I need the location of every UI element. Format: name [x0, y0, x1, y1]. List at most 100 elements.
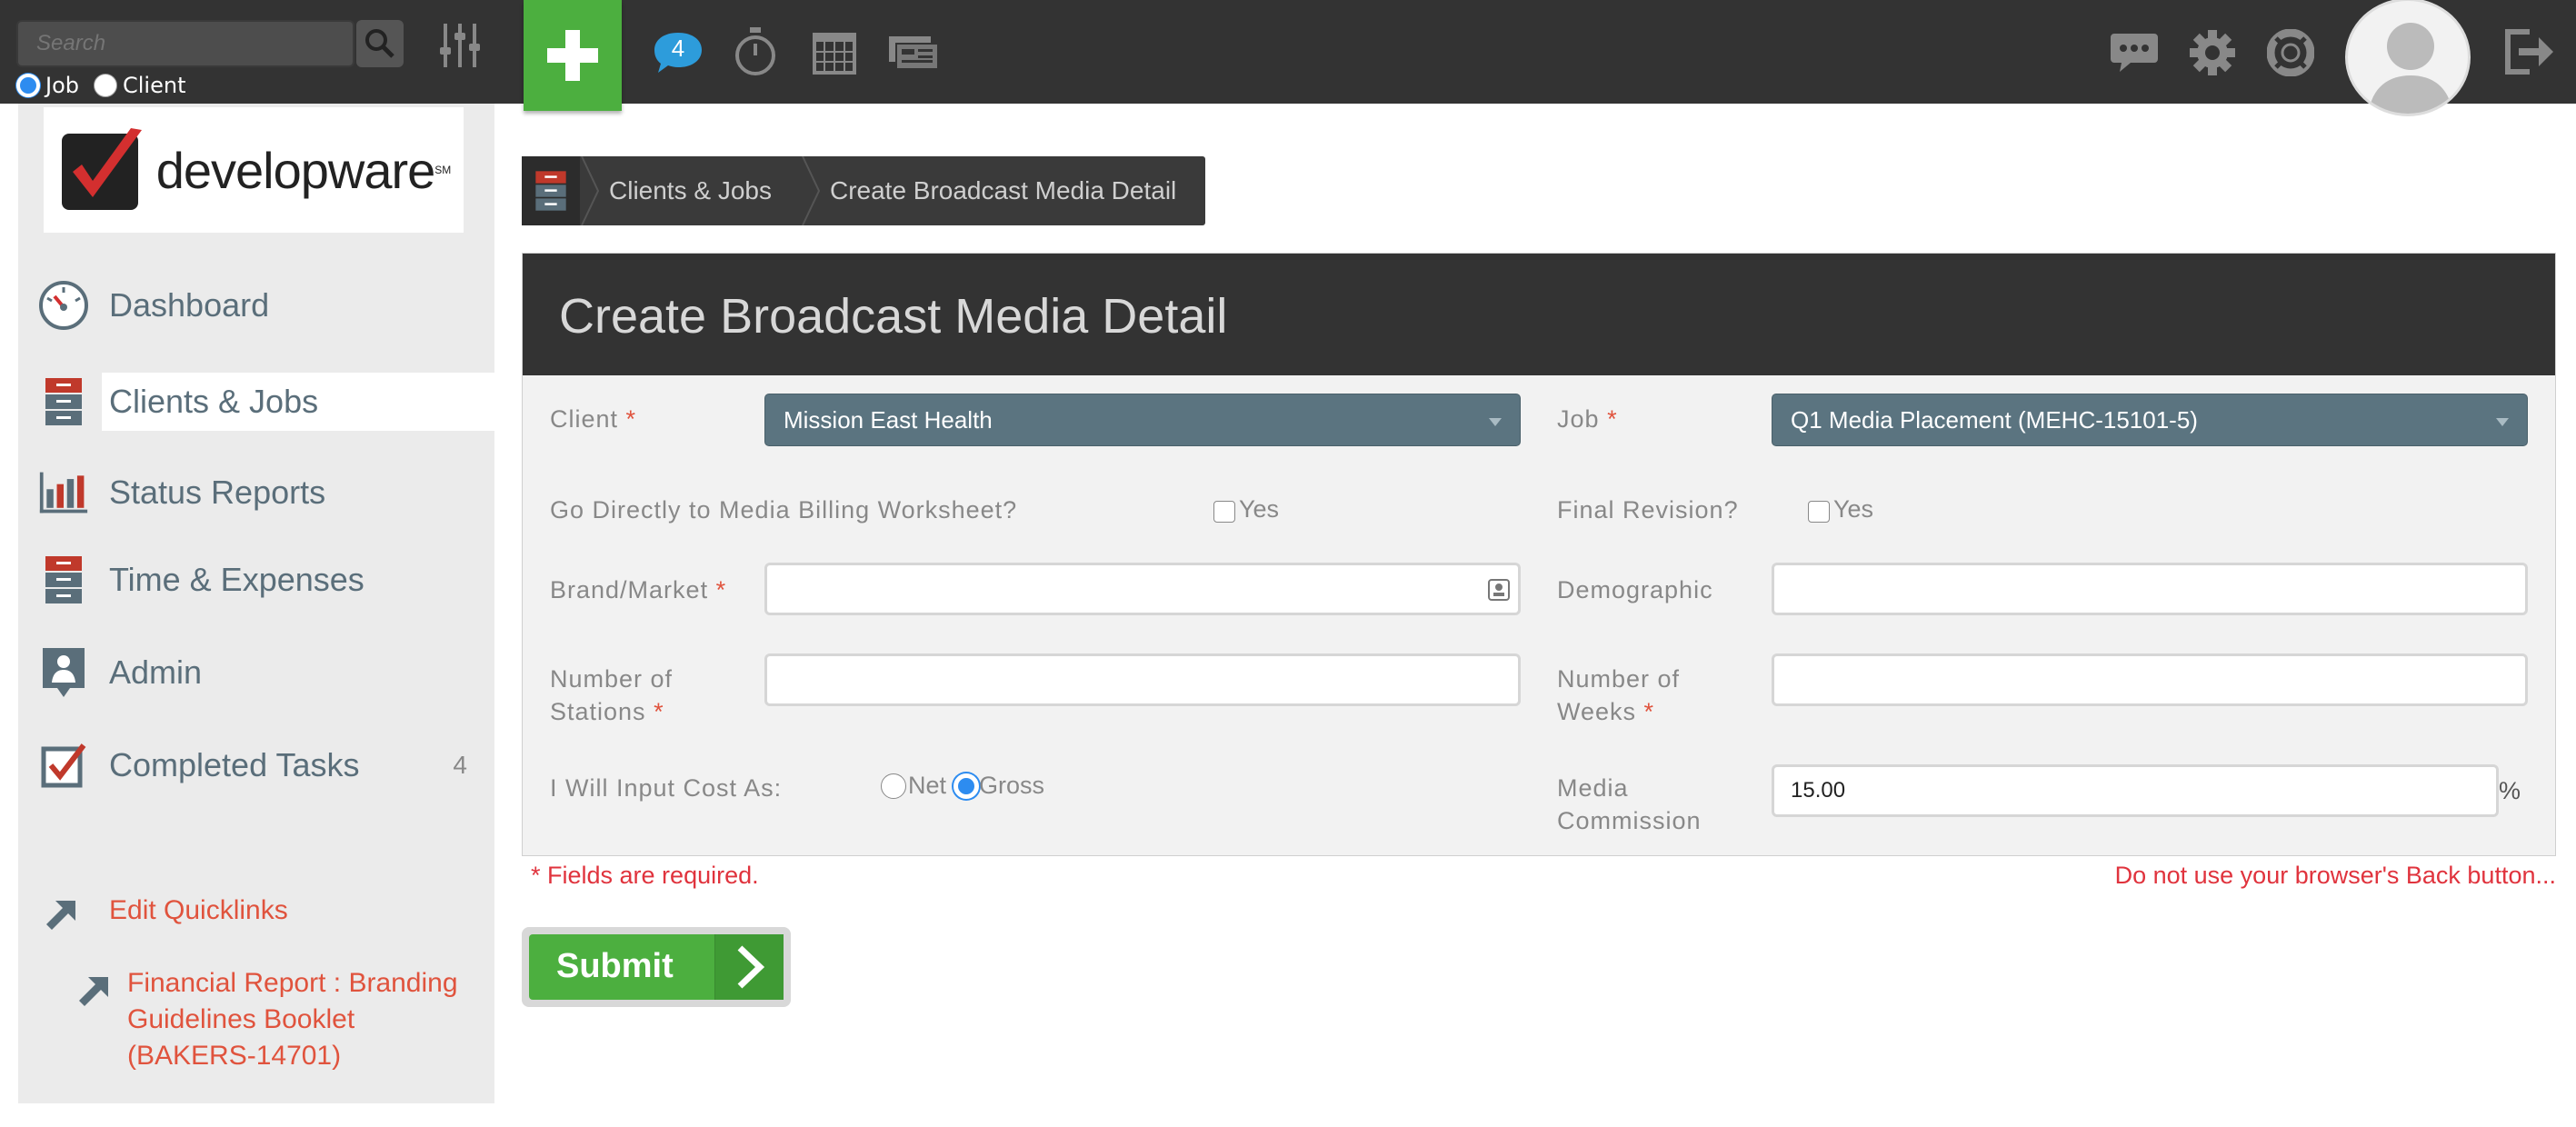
percent-sign: % [2499, 777, 2521, 804]
file-cabinet-icon [38, 554, 89, 605]
search-icon [365, 29, 394, 58]
edit-quicklinks-link[interactable]: Edit Quicklinks [109, 893, 288, 929]
cost-input-label: I Will Input Cost As: [550, 774, 783, 802]
completed-tasks-count: 4 [453, 751, 467, 779]
radio-client[interactable] [94, 74, 117, 97]
num-stations-label-line2: Stations [550, 698, 646, 725]
sidebar-item-dashboard[interactable]: Dashboard [18, 276, 494, 334]
search-scope-radios: Job Client [16, 73, 195, 98]
logo-service-mark: SM [434, 164, 452, 176]
num-weeks-label-line1: Number of [1557, 665, 1681, 693]
chevron-down-icon [2496, 418, 2509, 426]
bar-chart-icon [38, 467, 89, 518]
final-revision-label: Final Revision? [1557, 496, 1739, 524]
user-avatar[interactable] [2345, 0, 2471, 116]
sidebar-item-admin[interactable]: Admin [18, 643, 494, 702]
go-directly-option-label: Yes [1239, 495, 1280, 523]
radio-job[interactable] [16, 74, 40, 97]
sidebar-item-time-expenses[interactable]: Time & Expenses [18, 551, 494, 609]
required-marker: * [1643, 698, 1655, 725]
stopwatch-icon[interactable] [731, 27, 780, 76]
arrow-up-right-icon [44, 896, 80, 933]
client-select[interactable]: Mission East Health [764, 394, 1521, 446]
calendar-icon[interactable] [811, 27, 858, 76]
help-lifebuoy-icon[interactable] [2265, 27, 2316, 78]
required-marker: * [715, 576, 727, 603]
sidebar-item-label: Completed Tasks [109, 746, 360, 783]
go-directly-label: Go Directly to Media Billing Worksheet? [550, 496, 1018, 524]
required-marker: * [1607, 405, 1618, 433]
notification-count: 4 [671, 35, 685, 62]
brand-market-input[interactable] [764, 563, 1521, 615]
go-directly-checkbox[interactable] [1213, 501, 1235, 523]
sidebar-item-status-reports[interactable]: Status Reports [18, 464, 494, 522]
breadcrumb: Clients & Jobs Create Broadcast Media De… [522, 156, 1206, 225]
developware-checkmark-logo-icon [61, 128, 142, 210]
submit-button[interactable]: Submit [522, 927, 791, 1007]
back-button-warning: Do not use your browser's Back button... [2114, 862, 2556, 889]
cost-gross-label: Gross [979, 772, 1045, 799]
demographic-input[interactable] [1772, 563, 2528, 615]
gear-icon[interactable] [2187, 27, 2238, 78]
job-select-value: Q1 Media Placement (MEHC-15101-5) [1791, 405, 2198, 434]
search-button[interactable] [356, 20, 404, 67]
sidebar-item-completed-tasks[interactable]: Completed Tasks 4 [18, 736, 494, 794]
num-stations-label: Number of Stations * [550, 663, 673, 728]
sidebar-item-label: Time & Expenses [109, 561, 364, 598]
search-box [16, 20, 354, 67]
num-weeks-label: Number of Weeks * [1557, 663, 1680, 728]
admin-badge-icon [38, 647, 89, 698]
media-commission-label: Media Commission [1557, 772, 1702, 837]
filter-sliders-icon[interactable] [433, 18, 487, 73]
quicklink-line: Guidelines Booklet [127, 1004, 355, 1034]
logo-wordmark: developware [155, 141, 436, 199]
file-cabinet-icon [38, 376, 89, 427]
cost-gross-radio[interactable] [954, 773, 979, 799]
job-label: Job * [1557, 403, 1618, 435]
cost-net-label: Net [908, 772, 947, 799]
breadcrumb-separator-icon [581, 156, 600, 225]
chevron-down-icon [1489, 418, 1502, 426]
submit-label: Submit [556, 947, 674, 985]
required-fields-note: * Fields are required. [531, 862, 759, 889]
file-cabinet-icon [535, 171, 566, 211]
media-cards-icon[interactable] [887, 33, 940, 73]
media-commission-label-line2: Commission [1557, 807, 1702, 834]
job-label-text: Job [1557, 405, 1600, 433]
sidebar-item-label: Status Reports [109, 474, 326, 511]
client-label-text: Client [550, 405, 619, 433]
final-revision-checkbox[interactable] [1808, 501, 1830, 523]
form-header: Create Broadcast Media Detail [523, 254, 2555, 375]
user-silhouette-icon [2368, 23, 2453, 114]
media-commission-input[interactable]: 15.00 [1772, 764, 2499, 817]
sidebar-item-label: Clients & Jobs [109, 383, 319, 420]
radio-client-label: Client [123, 73, 186, 98]
comments-icon[interactable] [2107, 29, 2162, 76]
breadcrumb-current: Create Broadcast Media Detail [829, 176, 1177, 204]
job-select[interactable]: Q1 Media Placement (MEHC-15101-5) [1772, 394, 2528, 446]
breadcrumb-clients-jobs[interactable]: Clients & Jobs [600, 156, 801, 225]
num-weeks-input[interactable] [1772, 653, 2528, 706]
radio-job-label: Job [45, 73, 79, 98]
search-input[interactable] [18, 22, 353, 65]
sidebar-item-clients-jobs[interactable]: Clients & Jobs [18, 373, 494, 431]
breadcrumb-separator-icon [802, 156, 821, 225]
logout-icon[interactable] [2501, 27, 2556, 76]
num-weeks-label-line2: Weeks [1557, 698, 1637, 725]
breadcrumb-home[interactable] [522, 156, 580, 225]
num-stations-label-line1: Number of [550, 665, 674, 693]
top-bar: Job Client 4 [0, 0, 2576, 116]
checkbox-icon [38, 740, 89, 791]
dashboard-gauge-icon [38, 280, 89, 331]
brand-market-label-text: Brand/Market [550, 576, 709, 603]
contact-card-icon[interactable] [1487, 578, 1511, 602]
quicklink-financial-report[interactable]: Financial Report : Branding Guidelines B… [127, 965, 458, 1074]
quicklink-line: Financial Report : Branding [127, 968, 458, 998]
sidebar-item-label: Admin [109, 653, 203, 691]
num-stations-input[interactable] [764, 653, 1521, 706]
developware-logo[interactable]: developware SM [44, 107, 464, 233]
media-commission-value: 15.00 [1791, 778, 1846, 803]
add-new-button[interactable] [524, 0, 622, 111]
chevron-right-icon [714, 934, 784, 1000]
cost-net-radio[interactable] [881, 773, 906, 799]
